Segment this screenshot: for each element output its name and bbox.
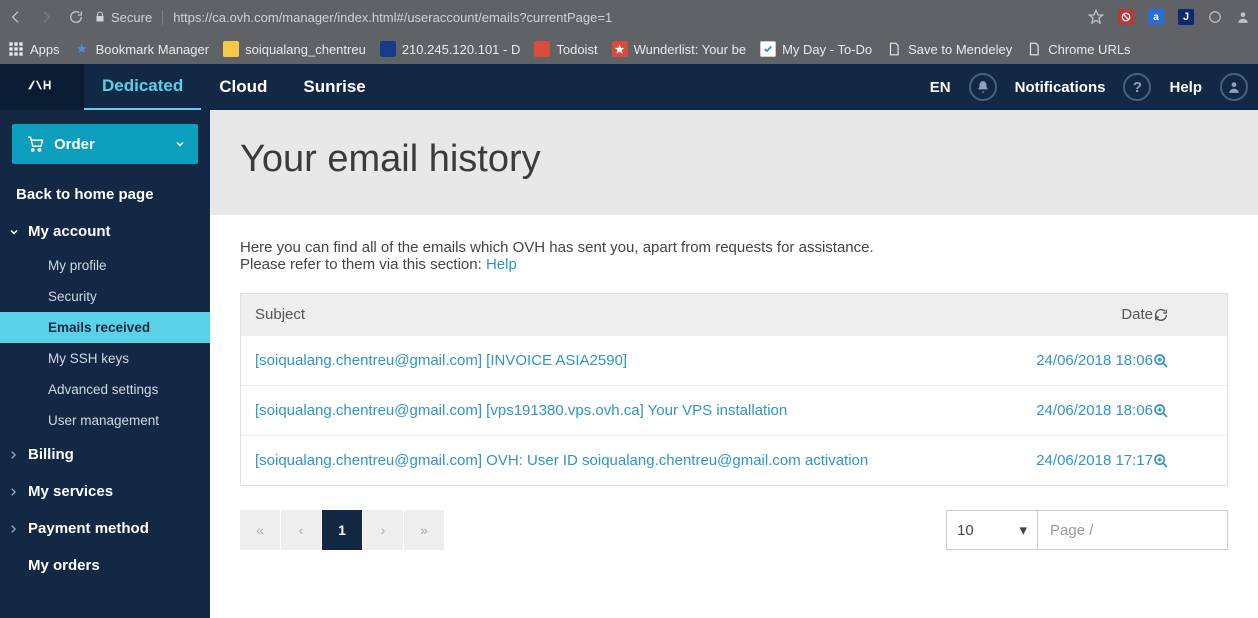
help-icon[interactable]: ? — [1123, 73, 1151, 101]
page-input[interactable]: Page / — [1038, 510, 1228, 550]
email-subject-link[interactable]: [soiqualang.chentreu@gmail.com] [vps1913… — [255, 402, 787, 419]
email-date: 24/06/2018 18:06 — [993, 352, 1153, 369]
page-icon — [1026, 41, 1042, 57]
reload-icon[interactable] — [68, 9, 84, 25]
bookmark-item[interactable]: ★Wunderlist: Your be — [612, 41, 747, 57]
help-link[interactable]: Help — [486, 256, 517, 273]
notifications-icon[interactable] — [969, 73, 997, 101]
sidebar-item-sshkeys[interactable]: My SSH keys — [0, 343, 210, 374]
lock-icon — [94, 10, 106, 24]
bookmark-item[interactable]: Chrome URLs — [1026, 41, 1130, 57]
wunderlist-icon: ★ — [612, 41, 628, 57]
table-row: [soiqualang.chentreu@gmail.com] [INVOICE… — [241, 335, 1227, 385]
chevron-down-icon — [174, 138, 186, 150]
ext-icon-4[interactable] — [1208, 10, 1222, 24]
forward-icon — [38, 9, 54, 25]
back-icon[interactable] — [8, 9, 24, 25]
pager-next[interactable]: › — [363, 510, 403, 550]
help-label[interactable]: Help — [1169, 79, 1202, 96]
pager-last[interactable]: » — [404, 510, 444, 550]
notifications-label[interactable]: Notifications — [1015, 79, 1106, 96]
folder-icon — [223, 41, 239, 57]
main-content: Your email history Here you can find all… — [210, 110, 1258, 618]
col-subject: Subject — [255, 306, 993, 323]
emails-table: Subject Date [soiqualang.chentreu@gmail.… — [240, 293, 1228, 486]
sidebar-section-myorders[interactable]: My orders — [0, 547, 210, 584]
brand-logo[interactable] — [0, 64, 84, 110]
bookmark-item[interactable]: Save to Mendeley — [886, 41, 1012, 57]
magnify-icon[interactable] — [1153, 403, 1213, 419]
chevron-right-icon — [8, 487, 18, 497]
myday-icon — [760, 41, 776, 57]
bookmark-item[interactable]: ★Bookmark Manager — [74, 41, 209, 57]
star-icon: ★ — [74, 41, 90, 57]
chevron-down-icon — [8, 226, 20, 238]
sidebar-item-usermgmt[interactable]: User management — [0, 405, 210, 436]
tab-sunrise[interactable]: Sunrise — [285, 64, 383, 110]
language-toggle[interactable]: EN — [930, 79, 951, 96]
table-row: [soiqualang.chentreu@gmail.com] OVH: Use… — [241, 435, 1227, 485]
todoist-icon — [534, 41, 550, 57]
sidebar-item-emailsreceived[interactable]: Emails received — [0, 312, 210, 343]
email-subject-link[interactable]: [soiqualang.chentreu@gmail.com] [INVOICE… — [255, 352, 627, 369]
intro-line-2: Please refer to them via this section: H… — [240, 256, 1228, 273]
chevron-right-icon — [8, 450, 18, 460]
url-text: https://ca.ovh.com/manager/index.html#/u… — [173, 10, 612, 25]
tab-cloud[interactable]: Cloud — [201, 64, 285, 110]
user-avatar-icon[interactable] — [1220, 73, 1248, 101]
col-refresh[interactable] — [1153, 307, 1213, 323]
address-bar[interactable]: Secure https://ca.ovh.com/manager/index.… — [94, 3, 1066, 31]
cart-icon — [26, 135, 44, 153]
sidebar-back-home[interactable]: Back to home page — [0, 176, 210, 213]
star-icon[interactable] — [1088, 9, 1104, 25]
apps-button[interactable]: Apps — [8, 41, 60, 57]
email-date: 24/06/2018 17:17 — [993, 452, 1153, 469]
email-subject-link[interactable]: [soiqualang.chentreu@gmail.com] OVH: Use… — [255, 452, 868, 469]
site-icon — [380, 41, 396, 57]
bookmarks-bar: Apps ★Bookmark Manager soiqualang_chentr… — [0, 34, 1258, 64]
sidebar-section-payment[interactable]: Payment method — [0, 510, 210, 547]
intro-line-1: Here you can find all of the emails whic… — [240, 239, 1228, 256]
sidebar-item-advanced[interactable]: Advanced settings — [0, 374, 210, 405]
pager-first[interactable]: « — [240, 510, 280, 550]
table-header: Subject Date — [241, 294, 1227, 335]
pagination-row: « ‹ 1 › » 10 ▾ Page / — [240, 510, 1228, 550]
page-header: Your email history — [210, 110, 1258, 215]
apps-icon — [8, 41, 24, 57]
ext-icon-1[interactable] — [1118, 9, 1134, 25]
page-icon — [886, 41, 902, 57]
bookmark-item[interactable]: 210.245.120.101 - D — [380, 41, 521, 57]
browser-chrome: Secure https://ca.ovh.com/manager/index.… — [0, 0, 1258, 64]
tab-dedicated[interactable]: Dedicated — [84, 64, 201, 110]
pager-prev[interactable]: ‹ — [281, 510, 321, 550]
chevron-right-icon — [8, 524, 18, 534]
ext-icon-2[interactable]: a — [1148, 9, 1164, 25]
col-date: Date — [993, 306, 1153, 323]
ext-icon-3[interactable]: J — [1178, 9, 1194, 25]
email-date: 24/06/2018 18:06 — [993, 402, 1153, 419]
sidebar-section-myaccount[interactable]: My account — [0, 213, 210, 250]
pager: « ‹ 1 › » — [240, 510, 445, 550]
sidebar-item-security[interactable]: Security — [0, 281, 210, 312]
sidebar-section-myservices[interactable]: My services — [0, 473, 210, 510]
magnify-icon[interactable] — [1153, 453, 1213, 469]
page-size-select[interactable]: 10 ▾ — [946, 510, 1038, 550]
sidebar-item-myprofile[interactable]: My profile — [0, 250, 210, 281]
sidebar-section-billing[interactable]: Billing — [0, 436, 210, 473]
bookmark-item[interactable]: Todoist — [534, 41, 597, 57]
app-topnav: Dedicated Cloud Sunrise EN Notifications… — [0, 64, 1258, 110]
select-caret-icon: ▾ — [1019, 521, 1027, 539]
order-button[interactable]: Order — [12, 124, 198, 164]
page-title: Your email history — [240, 138, 1228, 181]
profile-icon[interactable] — [1236, 10, 1250, 24]
sidebar: Order Back to home page My account My pr… — [0, 110, 210, 618]
magnify-icon[interactable] — [1153, 353, 1213, 369]
table-row: [soiqualang.chentreu@gmail.com] [vps1913… — [241, 385, 1227, 435]
pager-current[interactable]: 1 — [322, 510, 362, 550]
bookmark-item[interactable]: My Day - To-Do — [760, 41, 872, 57]
secure-label: Secure — [111, 10, 152, 25]
bookmark-item[interactable]: soiqualang_chentreu — [223, 41, 366, 57]
